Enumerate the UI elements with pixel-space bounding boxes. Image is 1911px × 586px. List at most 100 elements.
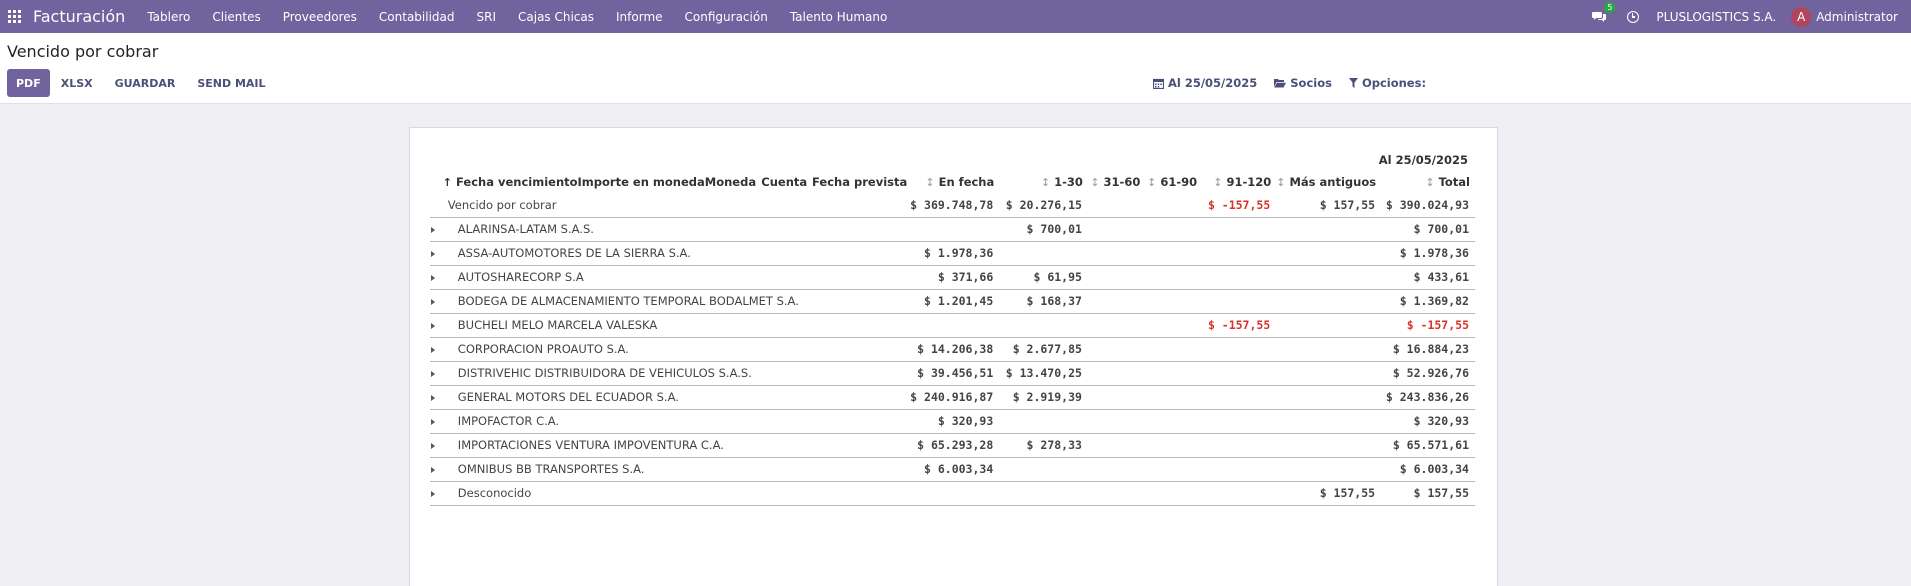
company-switcher[interactable]: PLUSLOGISTICS S.A. [1656,10,1776,24]
menu-item-sri[interactable]: SRI [477,10,497,24]
cell-value [907,217,1000,242]
partner-name[interactable]: ASSA-AUTOMOTORES DE LA SIERRA S.A. [442,241,908,266]
col-91-120[interactable]: ↕ 91-120 [1202,171,1276,193]
col-61-90[interactable]: ↕ 61-90 [1145,171,1202,193]
cell-value [1087,193,1146,218]
col-total[interactable]: ↕ Total [1381,171,1475,193]
cell-value: $ 16.884,23 [1381,337,1475,362]
cell-value [1087,409,1146,434]
activity-clock-icon[interactable] [1627,10,1640,23]
table-row[interactable]: AUTOSHARECORP S.A $ 371,66 $ 61,95 $ 433,61 [430,265,1475,290]
cell-value: $ 2.919,39 [999,385,1088,410]
menu-item-configuracion[interactable]: Configuración [685,10,768,24]
folder-open-icon [1274,79,1287,88]
menu-item-clientes[interactable]: Clientes [212,10,260,24]
cell-value [1202,361,1277,386]
avatar[interactable]: A [1791,6,1812,27]
table-row[interactable]: DISTRIVEHIC DISTRIBUIDORA DE VEHICULOS S… [430,361,1475,386]
cell-value [1087,337,1146,362]
partner-name[interactable]: OMNIBUS BB TRANSPORTES S.A. [442,457,908,482]
table-row[interactable]: CORPORACION PROAUTO S.A. $ 14.206,38 $ 2.6… [430,337,1475,362]
cell-value: $ 157,55 [1276,193,1382,218]
apps-menu-icon[interactable] [8,9,22,24]
expand-caret-icon[interactable] [430,313,443,338]
cell-value [999,313,1088,338]
expand-caret-icon[interactable] [430,361,443,386]
xlsx-button[interactable]: XLSX [50,69,104,97]
cell-value [1145,337,1203,362]
sort-icon: ↕ [1276,176,1286,189]
table-row[interactable]: IMPOFACTOR C.A. $ 320,93 $ 320,93 [430,409,1475,434]
cell-value: $ 13.470,25 [999,361,1088,386]
col-moneda[interactable]: Moneda [705,171,762,193]
col-cuenta[interactable]: Cuenta [761,171,812,193]
table-row[interactable]: OMNIBUS BB TRANSPORTES S.A. $ 6.003,34 $ 6… [430,457,1475,482]
table-row[interactable]: Desconocido $ 157,55 $ 157,55 [430,481,1475,506]
sort-asc-icon: ↑ [442,176,453,189]
menu-item-talento-humano[interactable]: Talento Humano [790,10,888,24]
expand-caret-icon[interactable] [430,409,443,434]
col-mas-antiguos[interactable]: ↕ Más antiguos [1276,171,1381,193]
expand-caret-icon[interactable] [430,385,443,410]
cell-value: $ 39.456,51 [907,361,1000,386]
table-row[interactable]: GENERAL MOTORS DEL ECUADOR S.A. $ 240.916… [430,385,1475,410]
col-fecha-prevista[interactable]: Fecha prevista [812,171,907,193]
menu-item-tablero[interactable]: Tablero [147,10,190,24]
partner-name[interactable]: GENERAL MOTORS DEL ECUADOR S.A. [442,385,908,410]
cell-value [1276,361,1382,386]
partners-filter[interactable]: Socios [1274,76,1332,90]
col-en-fecha[interactable]: ↕ En fecha [907,171,999,193]
partner-name[interactable]: BODEGA DE ALMACENAMIENTO TEMPORAL BODALM… [442,289,908,314]
cell-value: $ -157,55 [1381,313,1475,338]
options-filter[interactable]: Opciones: [1348,76,1426,90]
expand-caret-icon[interactable] [430,433,443,458]
expand-caret-icon[interactable] [430,337,443,362]
menu-item-contabilidad[interactable]: Contabilidad [379,10,455,24]
cell-value [1276,217,1382,242]
cell-value: $ 700,01 [1381,217,1475,242]
cell-value [1202,457,1277,482]
save-button[interactable]: GUARDAR [104,69,187,97]
send-mail-button[interactable]: SEND MAIL [186,69,276,97]
partner-name[interactable]: DISTRIVEHIC DISTRIBUIDORA DE VEHICULOS S… [442,361,908,386]
expand-caret-icon[interactable] [430,265,443,290]
partner-name[interactable]: AUTOSHARECORP S.A [442,265,908,290]
expand-caret-icon[interactable] [430,289,443,314]
navbar-systray: 5 PLUSLOGISTICS S.A. A Administrator [1592,0,1911,33]
table-row[interactable]: ASSA-AUTOMOTORES DE LA SIERRA S.A. $ 1.97… [430,241,1475,266]
col-1-30[interactable]: ↕ 1-30 [999,171,1088,193]
partner-name[interactable]: ALARINSA-LATAM S.A.S. [442,217,908,242]
app-brand[interactable]: Facturación [33,7,125,26]
cell-value: $ -157,55 [1202,313,1277,338]
table-row[interactable]: IMPORTACIONES VENTURA IMPOVENTURA C.A. $ … [430,433,1475,458]
partner-name[interactable]: BUCHELI MELO MARCELA VALESKA [442,313,908,338]
date-filter[interactable]: Al 25/05/2025 [1153,76,1257,90]
table-row[interactable]: BUCHELI MELO MARCELA VALESKA $ -157,55 $ -… [430,313,1475,338]
partner-name[interactable]: IMPORTACIONES VENTURA IMPOVENTURA C.A. [442,433,908,458]
expand-caret-icon[interactable] [430,457,443,482]
col-fecha-vencimiento[interactable]: ↑ Fecha vencimiento [443,171,578,193]
menu-item-proveedores[interactable]: Proveedores [283,10,357,24]
pdf-button[interactable]: PDF [7,69,50,97]
partner-name[interactable]: CORPORACION PROAUTO S.A. [442,337,908,362]
cell-value: $ 1.369,82 [1381,289,1475,314]
menu-item-informe[interactable]: Informe [616,10,663,24]
table-row[interactable]: BODEGA DE ALMACENAMIENTO TEMPORAL BODALM… [430,289,1475,314]
cell-value [1087,361,1146,386]
cell-value [999,481,1088,506]
expand-caret-icon[interactable] [430,217,443,242]
expand-caret-icon[interactable] [430,481,443,506]
cell-value: $ 320,93 [907,409,1000,434]
cell-value: $ 168,37 [999,289,1088,314]
table-row[interactable]: ALARINSA-LATAM S.A.S. $ 700,01 $ 700,01 [430,217,1475,242]
expand-caret-icon[interactable] [430,241,443,266]
cell-value [1145,313,1203,338]
col-importe-moneda[interactable]: Importe en moneda [578,171,705,193]
cell-value: $ 157,55 [1276,481,1382,506]
col-31-60[interactable]: ↕ 31-60 [1088,171,1145,193]
partner-name[interactable]: IMPOFACTOR C.A. [442,409,908,434]
messages-icon[interactable]: 5 [1592,1,1616,23]
partner-name[interactable]: Desconocido [442,481,908,506]
user-menu[interactable]: Administrator [1816,10,1898,24]
menu-item-cajas-chicas[interactable]: Cajas Chicas [518,10,594,24]
